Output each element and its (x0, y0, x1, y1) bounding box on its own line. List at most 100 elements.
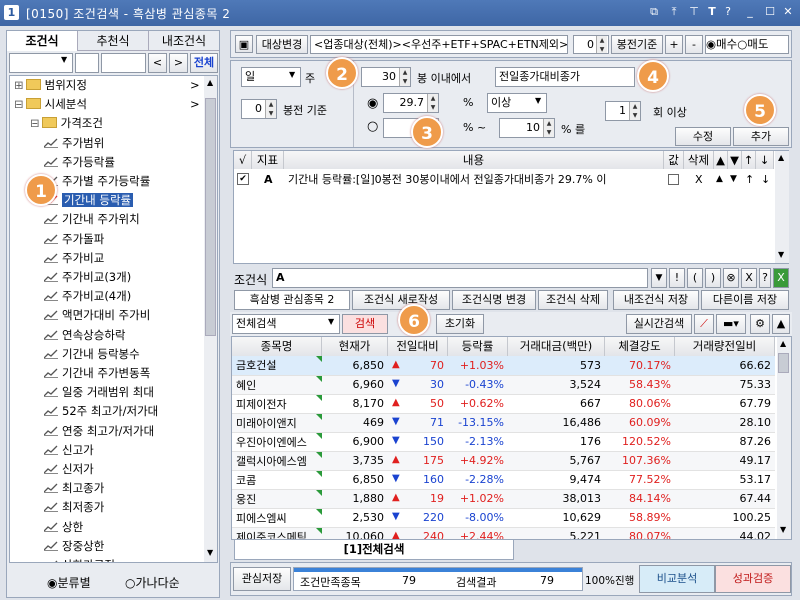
spinner-icon[interactable]: ▲▼ (629, 102, 640, 120)
row-checkbox[interactable]: ✔ (237, 173, 249, 185)
spinner-icon[interactable]: ▲▼ (543, 119, 554, 137)
result-row[interactable]: 우진아이엔에스 6,900 ▼ 150 -2.13% 176 120.52% 87.26 (232, 432, 775, 452)
tab-all-search[interactable]: [1]전체검색 (234, 540, 514, 560)
fix-icon[interactable]: ⊤ (686, 4, 702, 20)
tree-item[interactable]: 주가별 주가등락률 (43, 172, 150, 191)
reset-button[interactable]: 초기화 (436, 314, 484, 334)
result-col-header[interactable]: 거래량전일비 (675, 337, 775, 356)
tree-item[interactable]: 주가비교(3개) (43, 268, 131, 287)
result-row[interactable]: 코콤 6,850 ▼ 160 -2.28% 9,474 77.52% 53.17 (232, 470, 775, 490)
result-col-header[interactable]: 등락률 (448, 337, 508, 356)
tree-item[interactable]: ⊟ 가격조건 (30, 114, 103, 133)
tree-scrollbar[interactable]: ▲ ▼ (204, 76, 217, 562)
realtime-search-button[interactable]: 실시간검색 (626, 314, 692, 334)
condition-name-field[interactable]: 흑삼병 관심종목 2 (234, 290, 350, 310)
formula-dropdown-icon[interactable]: ▼ (651, 268, 667, 288)
tree-item[interactable]: 액면가대비 주가비 (43, 306, 150, 325)
result-row[interactable]: 혜인 6,960 ▼ 30 -0.43% 3,524 58.43% 75.33 (232, 375, 775, 395)
scroll-up-icon[interactable]: ▲ (778, 153, 784, 162)
rename-condition-button[interactable]: 조건식명 변경 (452, 290, 536, 310)
result-row[interactable]: 피에스엠씨 2,530 ▼ 220 -8.00% 10,629 58.89% 100.25 (232, 508, 775, 528)
tree-item[interactable]: 주가등락률 (43, 153, 115, 172)
spinner-icon[interactable]: ▲▼ (427, 94, 438, 112)
close-icon[interactable]: ✕ (780, 4, 796, 20)
performance-verify-button[interactable]: 성과검증 (715, 565, 791, 593)
result-col-header[interactable]: 전일대비 (388, 337, 448, 356)
help-button[interactable]: ? (759, 268, 771, 288)
collapse-icon[interactable]: ▲ (772, 314, 790, 334)
prev-button[interactable]: < (148, 53, 167, 73)
chevron-right-icon[interactable]: > (190, 76, 200, 95)
expand-icon[interactable]: ⊞ (14, 78, 24, 92)
add-button[interactable]: 추가 (733, 127, 789, 146)
move-top-icon[interactable]: ↑ (745, 170, 754, 189)
buy-sell-toggle[interactable]: ◉매수○매도 (705, 35, 789, 54)
result-row[interactable]: 갤럭시아에스엠 3,735 ▲ 175 +4.92% 5,767 107.36% 49.17 (232, 451, 775, 471)
maximize-icon[interactable]: ☐ (762, 4, 778, 20)
result-row[interactable]: 제이준코스메틱 10,060 ▲ 240 +2.44% 5,221 80.07% 44.02 (232, 527, 775, 539)
result-col-header[interactable]: 현재가 (322, 337, 388, 356)
tree-item[interactable]: 기간내 등락률 (43, 191, 134, 210)
pin-top-icon[interactable]: ⤒ (666, 4, 682, 20)
results-scroll-thumb[interactable] (778, 353, 789, 373)
scroll-down-icon[interactable]: ▼ (778, 250, 784, 259)
condition-row[interactable]: ✔ A 기간내 등락률:[일]0봉전 30봉이내에서 전일종가대비종가 29.7… (234, 170, 774, 189)
tab-my-condition[interactable]: 내조건식 (149, 31, 219, 51)
tree-item[interactable]: 최고종가 (43, 479, 104, 498)
tree-item[interactable]: 장중상한 (43, 537, 104, 556)
tree-item[interactable]: 신고가 (43, 441, 94, 460)
link-window-icon[interactable]: ⧉ (646, 4, 662, 20)
value-checkbox[interactable] (668, 174, 679, 185)
scroll-down-icon[interactable]: ▼ (207, 548, 213, 557)
tree-item[interactable]: 상한 (43, 518, 83, 537)
tab-recommend[interactable]: 추천식 (78, 31, 149, 51)
tree-item[interactable]: 일중 거래범위 최대 (43, 383, 154, 402)
tree-item[interactable]: 최저종가 (43, 498, 104, 517)
clear-button[interactable]: X (741, 268, 757, 288)
minus-button[interactable]: - (685, 35, 703, 54)
delete-row-icon[interactable]: X (695, 170, 703, 189)
help-icon[interactable]: ? (720, 4, 736, 20)
filter-box[interactable] (75, 53, 99, 73)
move-up-icon[interactable]: ▲ (716, 170, 723, 189)
plus-button[interactable]: + (665, 35, 683, 54)
tab-condition[interactable]: 조건식 (7, 31, 78, 51)
rate-radio-icon[interactable]: ◉ (367, 96, 378, 111)
sell-radio-icon[interactable]: ○ (737, 37, 747, 51)
formula-input[interactable]: A (272, 268, 648, 288)
result-row[interactable]: 금호건설 6,850 ▲ 70 +1.03% 573 70.17% 66.62 (232, 356, 775, 376)
result-row[interactable]: 피제이전자 8,170 ▲ 50 +0.62% 667 80.06% 67.79 (232, 394, 775, 414)
settings-gear-icon[interactable]: ⚙ (750, 314, 770, 334)
tree-item[interactable]: 기간내 주가변동폭 (43, 364, 150, 383)
collapse-icon[interactable]: ⊟ (30, 116, 40, 130)
scroll-up-icon[interactable]: ▲ (207, 78, 213, 87)
close-paren-button[interactable]: ) (705, 268, 721, 288)
next-button[interactable]: > (169, 53, 188, 73)
move-down-icon[interactable]: ▼ (730, 170, 737, 189)
save-as-button[interactable]: 다른이름 저장 (701, 290, 789, 310)
tree-item[interactable]: 주가돌파 (43, 230, 104, 249)
result-row[interactable]: 웅진 1,880 ▲ 19 +1.02% 38,013 84.14% 67.44 (232, 489, 775, 509)
tree-item[interactable]: ⊟ 시세분석 > (14, 95, 200, 114)
open-paren-button[interactable]: ( (687, 268, 703, 288)
window-toggle-icon[interactable]: ▣ (235, 35, 253, 53)
tree-item[interactable]: 기간내 등락봉수 (43, 345, 140, 364)
target-value-field[interactable]: <업종대상(전체)><우선주+ETF+SPAC+ETN제외>< (310, 35, 568, 54)
option-dropdown-icon[interactable]: ▬▾ (716, 314, 746, 334)
save-watchlist-button[interactable]: 관심저장 (233, 567, 291, 591)
move-bottom-icon[interactable]: ↓ (761, 170, 770, 189)
modify-button[interactable]: 수정 (675, 127, 731, 146)
compare-analysis-button[interactable]: 비교분석 (639, 565, 715, 593)
xor-button[interactable]: ⊗ (723, 268, 739, 288)
new-condition-button[interactable]: 조건식 새로작성 (352, 290, 450, 310)
target-change-button[interactable]: 대상변경 (256, 35, 308, 54)
result-row[interactable]: 미래아이앤지 469 ▼ 71 -13.15% 16,486 60.09% 28.10 (232, 413, 775, 433)
result-col-header[interactable]: 종목명 (232, 337, 322, 356)
tree-item[interactable]: 신저가 (43, 460, 94, 479)
tree-item[interactable]: 상한가근접 (44, 556, 115, 562)
tree-item[interactable]: 주가비교 (43, 249, 104, 268)
tree-item[interactable]: 주가비교(4개) (43, 287, 131, 306)
results-scrollbar[interactable]: ▲ ▼ (777, 337, 791, 539)
buy-radio-icon[interactable]: ◉ (706, 37, 716, 51)
all-button[interactable]: 전체 (190, 53, 218, 73)
